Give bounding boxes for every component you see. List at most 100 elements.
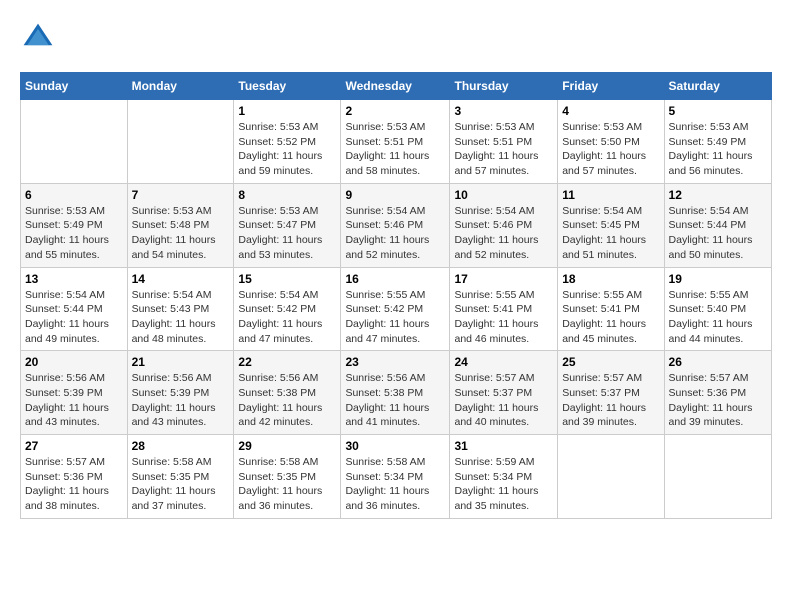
day-info: Sunrise: 5:55 AM Sunset: 5:42 PM Dayligh… [345,288,445,347]
day-number: 11 [562,188,659,202]
day-number: 6 [25,188,123,202]
calendar-cell: 27 Sunrise: 5:57 AM Sunset: 5:36 PM Dayli… [21,435,128,519]
day-info: Sunrise: 5:53 AM Sunset: 5:52 PM Dayligh… [238,120,336,179]
day-info: Sunrise: 5:55 AM Sunset: 5:40 PM Dayligh… [669,288,767,347]
day-number: 16 [345,272,445,286]
calendar-cell: 8 Sunrise: 5:53 AM Sunset: 5:47 PM Daylig… [234,183,341,267]
calendar-cell: 26 Sunrise: 5:57 AM Sunset: 5:36 PM Dayli… [664,351,771,435]
calendar-cell: 9Sunrise: 5:54 AM Sunset: 5:46 PM Daylig… [341,183,450,267]
calendar-cell: 12 Sunrise: 5:54 AM Sunset: 5:44 PM Dayli… [664,183,771,267]
calendar-cell [558,435,664,519]
day-info: Sunrise: 5:54 AM Sunset: 5:42 PM Dayligh… [238,288,336,347]
day-info: Sunrise: 5:54 AM Sunset: 5:44 PM Dayligh… [669,204,767,263]
day-info: Sunrise: 5:56 AM Sunset: 5:39 PM Dayligh… [132,371,230,430]
calendar-cell: 14 Sunrise: 5:54 AM Sunset: 5:43 PM Dayli… [127,267,234,351]
day-info: Sunrise: 5:54 AM Sunset: 5:46 PM Dayligh… [345,204,445,263]
day-info: Sunrise: 5:53 AM Sunset: 5:51 PM Dayligh… [454,120,553,179]
day-number: 18 [562,272,659,286]
day-number: 1 [238,104,336,118]
calendar-cell: 7Sunrise: 5:53 AM Sunset: 5:48 PM Daylig… [127,183,234,267]
calendar-cell: 28 Sunrise: 5:58 AM Sunset: 5:35 PM Dayli… [127,435,234,519]
weekday-header-friday: Friday [558,73,664,100]
day-number: 25 [562,355,659,369]
calendar-cell: 18Sunrise: 5:55 AM Sunset: 5:41 PM Dayli… [558,267,664,351]
day-number: 8 [238,188,336,202]
day-number: 15 [238,272,336,286]
logo-icon [20,20,56,56]
day-number: 17 [454,272,553,286]
weekday-header-sunday: Sunday [21,73,128,100]
day-number: 3 [454,104,553,118]
day-info: Sunrise: 5:53 AM Sunset: 5:51 PM Dayligh… [345,120,445,179]
day-info: Sunrise: 5:55 AM Sunset: 5:41 PM Dayligh… [454,288,553,347]
calendar-cell [664,435,771,519]
day-number: 23 [345,355,445,369]
calendar-cell [21,100,128,184]
calendar-cell: 5 Sunrise: 5:53 AM Sunset: 5:49 PM Daylig… [664,100,771,184]
day-number: 12 [669,188,767,202]
calendar-cell: 15 Sunrise: 5:54 AM Sunset: 5:42 PM Dayli… [234,267,341,351]
day-info: Sunrise: 5:54 AM Sunset: 5:43 PM Dayligh… [132,288,230,347]
day-info: Sunrise: 5:57 AM Sunset: 5:37 PM Dayligh… [562,371,659,430]
day-info: Sunrise: 5:53 AM Sunset: 5:47 PM Dayligh… [238,204,336,263]
calendar-cell: 24Sunrise: 5:57 AM Sunset: 5:37 PM Dayli… [450,351,558,435]
calendar-cell: 13 Sunrise: 5:54 AM Sunset: 5:44 PM Dayli… [21,267,128,351]
calendar-week-row: 6Sunrise: 5:53 AM Sunset: 5:49 PM Daylig… [21,183,772,267]
day-number: 31 [454,439,553,453]
logo [20,20,60,56]
calendar-header-row: SundayMondayTuesdayWednesdayThursdayFrid… [21,73,772,100]
day-number: 10 [454,188,553,202]
weekday-header-saturday: Saturday [664,73,771,100]
day-number: 7 [132,188,230,202]
calendar-cell: 30Sunrise: 5:58 AM Sunset: 5:34 PM Dayli… [341,435,450,519]
calendar-cell: 3 Sunrise: 5:53 AM Sunset: 5:51 PM Daylig… [450,100,558,184]
day-info: Sunrise: 5:56 AM Sunset: 5:39 PM Dayligh… [25,371,123,430]
day-info: Sunrise: 5:53 AM Sunset: 5:50 PM Dayligh… [562,120,659,179]
day-number: 2 [345,104,445,118]
day-info: Sunrise: 5:59 AM Sunset: 5:34 PM Dayligh… [454,455,553,514]
weekday-header-wednesday: Wednesday [341,73,450,100]
day-number: 26 [669,355,767,369]
day-info: Sunrise: 5:54 AM Sunset: 5:45 PM Dayligh… [562,204,659,263]
calendar-cell: 2 Sunrise: 5:53 AM Sunset: 5:51 PM Daylig… [341,100,450,184]
calendar-cell: 31 Sunrise: 5:59 AM Sunset: 5:34 PM Dayli… [450,435,558,519]
calendar-cell: 1 Sunrise: 5:53 AM Sunset: 5:52 PM Daylig… [234,100,341,184]
calendar-week-row: 1 Sunrise: 5:53 AM Sunset: 5:52 PM Daylig… [21,100,772,184]
day-info: Sunrise: 5:58 AM Sunset: 5:34 PM Dayligh… [345,455,445,514]
calendar-cell: 6Sunrise: 5:53 AM Sunset: 5:49 PM Daylig… [21,183,128,267]
calendar-cell: 16 Sunrise: 5:55 AM Sunset: 5:42 PM Dayli… [341,267,450,351]
day-number: 14 [132,272,230,286]
day-number: 13 [25,272,123,286]
day-number: 27 [25,439,123,453]
day-number: 22 [238,355,336,369]
day-info: Sunrise: 5:56 AM Sunset: 5:38 PM Dayligh… [345,371,445,430]
day-number: 4 [562,104,659,118]
calendar-cell: 4 Sunrise: 5:53 AM Sunset: 5:50 PM Daylig… [558,100,664,184]
calendar-cell: 11 Sunrise: 5:54 AM Sunset: 5:45 PM Dayli… [558,183,664,267]
page-header [20,20,772,56]
day-number: 29 [238,439,336,453]
calendar-cell: 20Sunrise: 5:56 AM Sunset: 5:39 PM Dayli… [21,351,128,435]
day-info: Sunrise: 5:54 AM Sunset: 5:44 PM Dayligh… [25,288,123,347]
day-info: Sunrise: 5:56 AM Sunset: 5:38 PM Dayligh… [238,371,336,430]
day-number: 24 [454,355,553,369]
day-number: 28 [132,439,230,453]
day-number: 19 [669,272,767,286]
calendar-week-row: 27 Sunrise: 5:57 AM Sunset: 5:36 PM Dayli… [21,435,772,519]
day-info: Sunrise: 5:58 AM Sunset: 5:35 PM Dayligh… [132,455,230,514]
weekday-header-monday: Monday [127,73,234,100]
calendar-cell: 29 Sunrise: 5:58 AM Sunset: 5:35 PM Dayli… [234,435,341,519]
day-info: Sunrise: 5:57 AM Sunset: 5:36 PM Dayligh… [669,371,767,430]
calendar-cell: 19 Sunrise: 5:55 AM Sunset: 5:40 PM Dayli… [664,267,771,351]
calendar-week-row: 13 Sunrise: 5:54 AM Sunset: 5:44 PM Dayli… [21,267,772,351]
calendar-cell: 22 Sunrise: 5:56 AM Sunset: 5:38 PM Dayli… [234,351,341,435]
calendar-table: SundayMondayTuesdayWednesdayThursdayFrid… [20,72,772,519]
calendar-cell: 10Sunrise: 5:54 AM Sunset: 5:46 PM Dayli… [450,183,558,267]
calendar-cell [127,100,234,184]
calendar-cell: 17 Sunrise: 5:55 AM Sunset: 5:41 PM Dayli… [450,267,558,351]
day-info: Sunrise: 5:58 AM Sunset: 5:35 PM Dayligh… [238,455,336,514]
day-info: Sunrise: 5:57 AM Sunset: 5:36 PM Dayligh… [25,455,123,514]
day-info: Sunrise: 5:53 AM Sunset: 5:49 PM Dayligh… [669,120,767,179]
calendar-cell: 23 Sunrise: 5:56 AM Sunset: 5:38 PM Dayli… [341,351,450,435]
day-number: 5 [669,104,767,118]
